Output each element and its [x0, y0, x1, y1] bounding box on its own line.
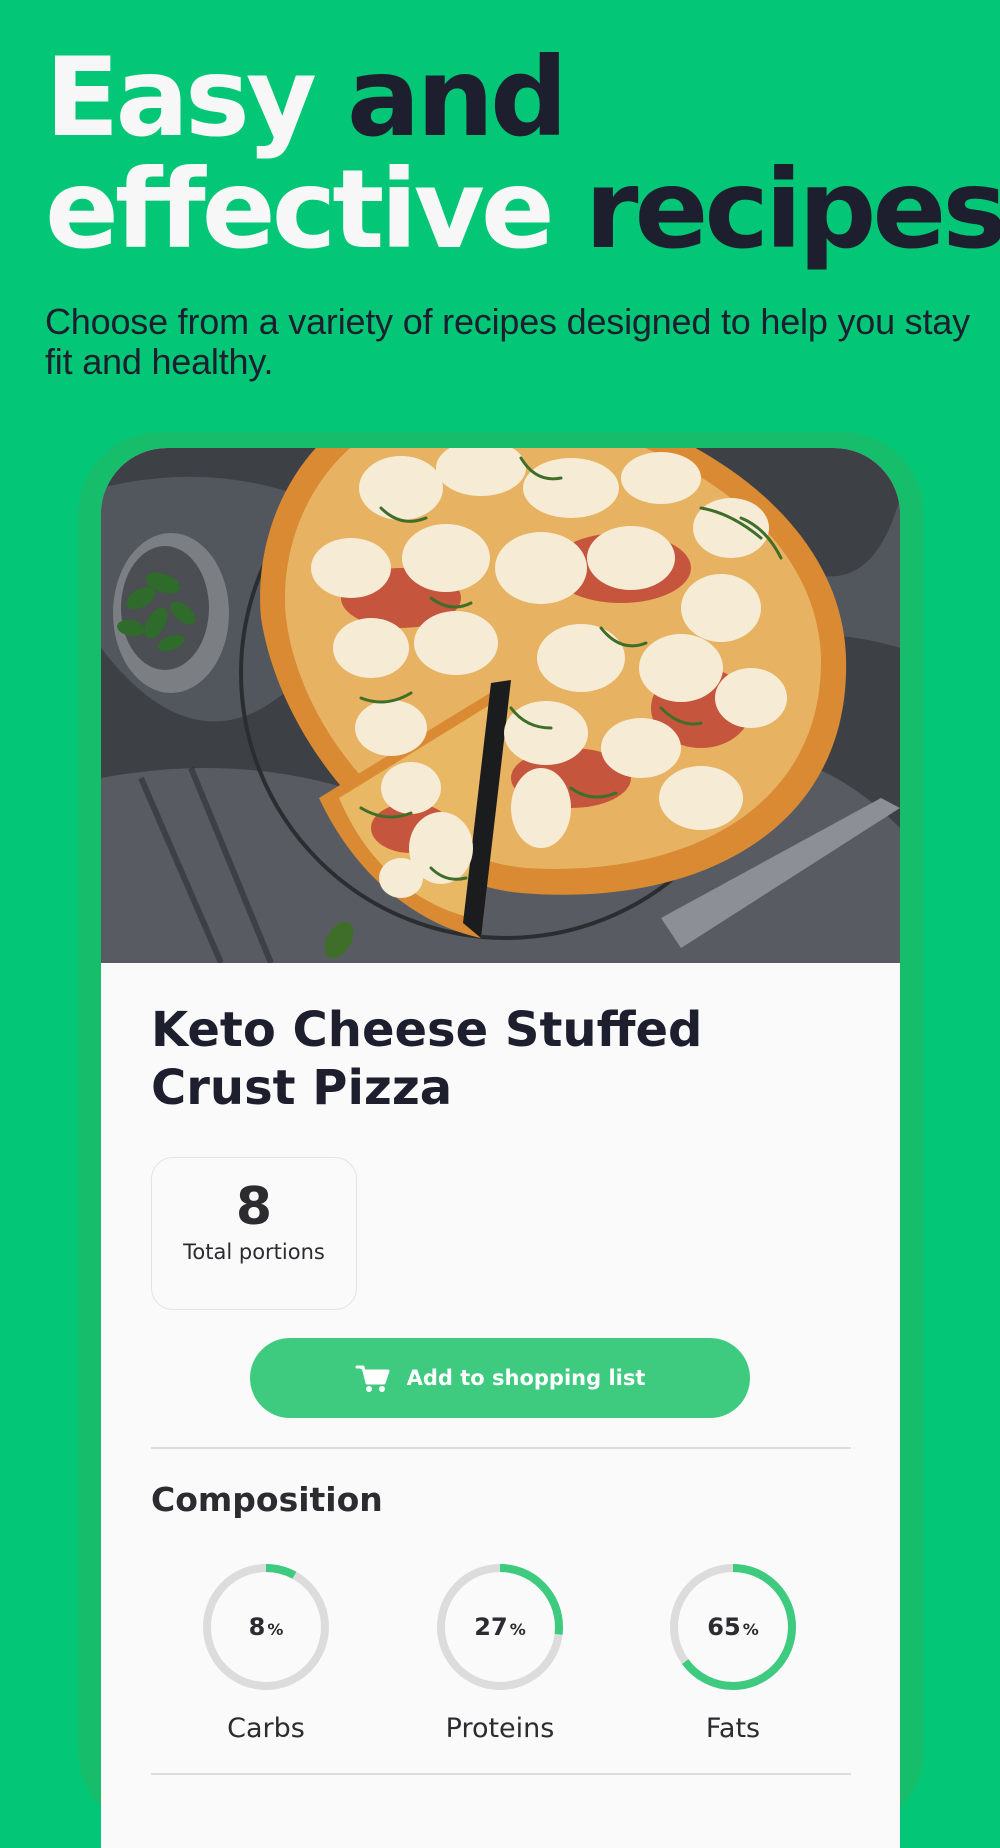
headline-word-effective: effective [45, 146, 555, 273]
headline-word-and: and [346, 34, 568, 161]
composition-title: Composition [151, 1480, 383, 1519]
macro-carbs: 8% Carbs [156, 1561, 376, 1744]
macro-label: Fats [705, 1713, 761, 1744]
macro-ring: 27% [434, 1561, 566, 1693]
portions-label: Total portions [183, 1240, 325, 1264]
macro-unit: % [509, 1619, 526, 1639]
macro-proteins: 27% Proteins [390, 1561, 610, 1744]
macro-label: Proteins [445, 1713, 555, 1744]
subtitle: Choose from a variety of recipes designe… [45, 301, 970, 382]
macro-fats: 65% Fats [623, 1561, 843, 1744]
macro-unit: % [267, 1619, 284, 1639]
add-to-shopping-list-button[interactable]: Add to shopping list [250, 1338, 750, 1418]
recipe-screen: Keto Cheese Stuffed Crust Pizza 8 Total … [101, 448, 900, 1848]
macro-value: 65 [707, 1613, 741, 1641]
portions-card: 8 Total portions [151, 1157, 357, 1310]
add-to-shopping-list-label: Add to shopping list [406, 1366, 646, 1390]
macro-unit: % [742, 1619, 759, 1639]
headline-word-easy: Easy [45, 34, 317, 161]
recipe-title: Keto Cheese Stuffed Crust Pizza [151, 1002, 703, 1116]
macro-value: 8 [248, 1613, 266, 1641]
cart-icon [355, 1363, 391, 1393]
headline: Easy and effective recipes [45, 42, 1000, 266]
macro-value: 27 [474, 1613, 508, 1641]
portions-value: 8 [235, 1177, 273, 1237]
divider [151, 1447, 851, 1449]
macro-ring: 65% [667, 1561, 799, 1693]
recipe-photo [101, 448, 900, 963]
divider [151, 1773, 851, 1775]
macro-ring: 8% [200, 1561, 332, 1693]
macro-label: Carbs [227, 1713, 305, 1744]
headline-word-recipes: recipes [584, 146, 1000, 273]
